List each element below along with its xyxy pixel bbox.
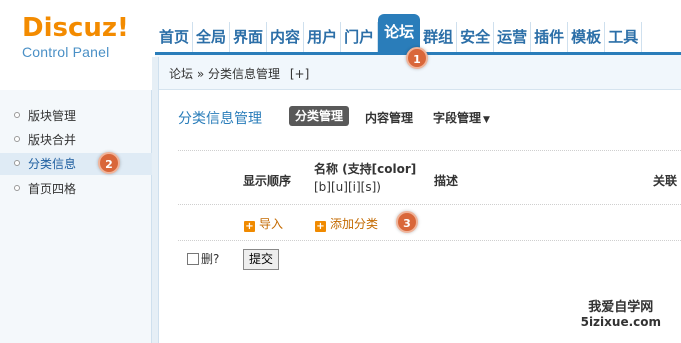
nav-users[interactable]: 用户	[304, 22, 342, 52]
add-category-label: 添加分类	[330, 217, 379, 231]
import-button[interactable]: + 导入	[244, 215, 283, 232]
discuz-logo[interactable]: Discuz! Control Panel	[22, 14, 132, 60]
nav-templates[interactable]: 模板	[568, 22, 606, 52]
sidebar-item-label: 首页四格	[28, 182, 77, 196]
watermark-line1: 我爱自学网	[588, 300, 654, 315]
column-header-name: 名称 (支持[color] [b][u][i][s])	[314, 160, 416, 194]
row-separator	[178, 240, 681, 241]
chevron-down-icon: ▼	[483, 115, 490, 125]
nav-content[interactable]: 内容	[267, 22, 305, 52]
column-header-related: 关联	[653, 174, 678, 188]
annotation-marker-1: 1	[406, 47, 428, 69]
sidebar-divider	[152, 57, 159, 343]
bullet-icon	[14, 160, 20, 166]
nav-security[interactable]: 安全	[457, 22, 495, 52]
bullet-icon	[14, 136, 20, 142]
nav-plugins[interactable]: 插件	[531, 22, 569, 52]
header: Discuz! Control Panel 首页 全局 界面 内容 用户 门户 …	[0, 0, 681, 60]
add-to-favorites-button[interactable]: [+]	[290, 67, 309, 81]
breadcrumb-current: 分类信息管理	[208, 67, 281, 81]
logo-title: Discuz!	[22, 13, 129, 43]
watermark: 我爱自学网 5izixue.com	[581, 296, 661, 329]
sidebar-item-forum-merge[interactable]: 版块合并	[0, 129, 152, 151]
nav-portal[interactable]: 门户	[341, 22, 379, 52]
delete-checkbox-row: 删?	[187, 250, 219, 267]
sidebar-item-category-info[interactable]: 分类信息	[0, 153, 152, 175]
nav-operations[interactable]: 运营	[494, 22, 532, 52]
column-header-name-line2: [b][u][i][s])	[314, 180, 381, 194]
tab-field-management[interactable]: 字段管理 ▼	[433, 108, 490, 128]
sidebar-item-label: 版块管理	[28, 109, 77, 123]
plus-icon: +	[244, 221, 255, 232]
breadcrumb: 论坛 » 分类信息管理 [+]	[169, 65, 309, 82]
nav-home[interactable]: 首页	[156, 22, 194, 52]
sidebar-item-label: 版块合并	[28, 133, 77, 147]
sidebar-item-home-grid[interactable]: 首页四格	[0, 178, 152, 200]
top-nav: 首页 全局 界面 内容 用户 门户 论坛 群组 安全 运营 插件 模板 工具	[156, 14, 643, 52]
bullet-icon	[14, 185, 20, 191]
tab-content-management[interactable]: 内容管理	[365, 108, 413, 128]
tab-label: 字段管理	[433, 111, 482, 125]
nav-groups[interactable]: 群组	[420, 22, 458, 52]
plus-icon: +	[315, 221, 326, 232]
bullet-icon	[14, 112, 20, 118]
add-category-button[interactable]: + 添加分类	[315, 215, 378, 232]
sidebar-item-label: 分类信息	[28, 157, 77, 171]
sidebar-item-forum-management[interactable]: 版块管理	[0, 105, 152, 127]
watermark-line2: 5izixue.com	[580, 315, 661, 329]
delete-label: 删?	[201, 252, 220, 266]
annotation-marker-3: 3	[396, 211, 418, 233]
annotation-marker-2: 2	[98, 152, 120, 174]
sidebar: 版块管理 版块合并 分类信息 首页四格	[0, 90, 152, 343]
nav-global[interactable]: 全局	[193, 22, 231, 52]
column-header-name-line1: 名称 (支持[color]	[314, 162, 417, 176]
column-header-description: 描述	[434, 174, 459, 188]
table-top-border	[178, 150, 681, 151]
column-header-order: 显示顺序	[243, 174, 292, 188]
page-title: 分类信息管理	[178, 111, 262, 127]
submit-button[interactable]: 提交	[243, 249, 280, 270]
row-separator	[178, 204, 681, 205]
delete-checkbox[interactable]	[187, 252, 199, 265]
tab-category-management[interactable]: 分类管理	[289, 106, 350, 126]
logo-subtitle: Control Panel	[22, 44, 110, 60]
nav-tools[interactable]: 工具	[605, 22, 643, 52]
nav-interface[interactable]: 界面	[230, 22, 268, 52]
breadcrumb-separator: »	[196, 67, 205, 81]
breadcrumb-root[interactable]: 论坛	[169, 67, 193, 81]
import-label: 导入	[259, 217, 284, 231]
